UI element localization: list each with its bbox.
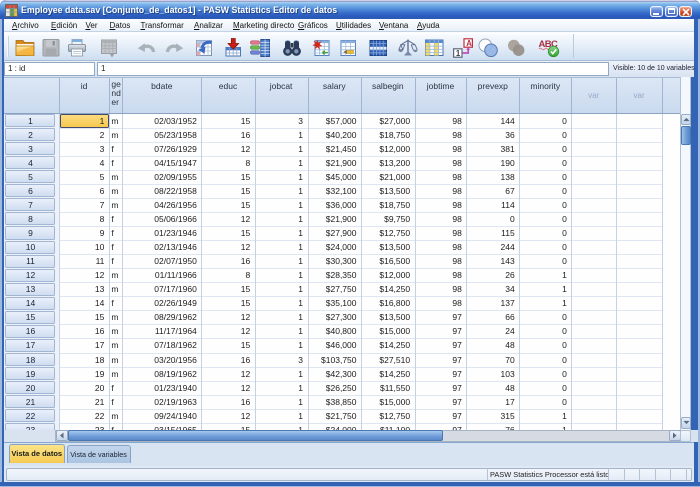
svg-text:1: 1 — [456, 48, 461, 57]
svg-text:A: A — [466, 38, 472, 47]
